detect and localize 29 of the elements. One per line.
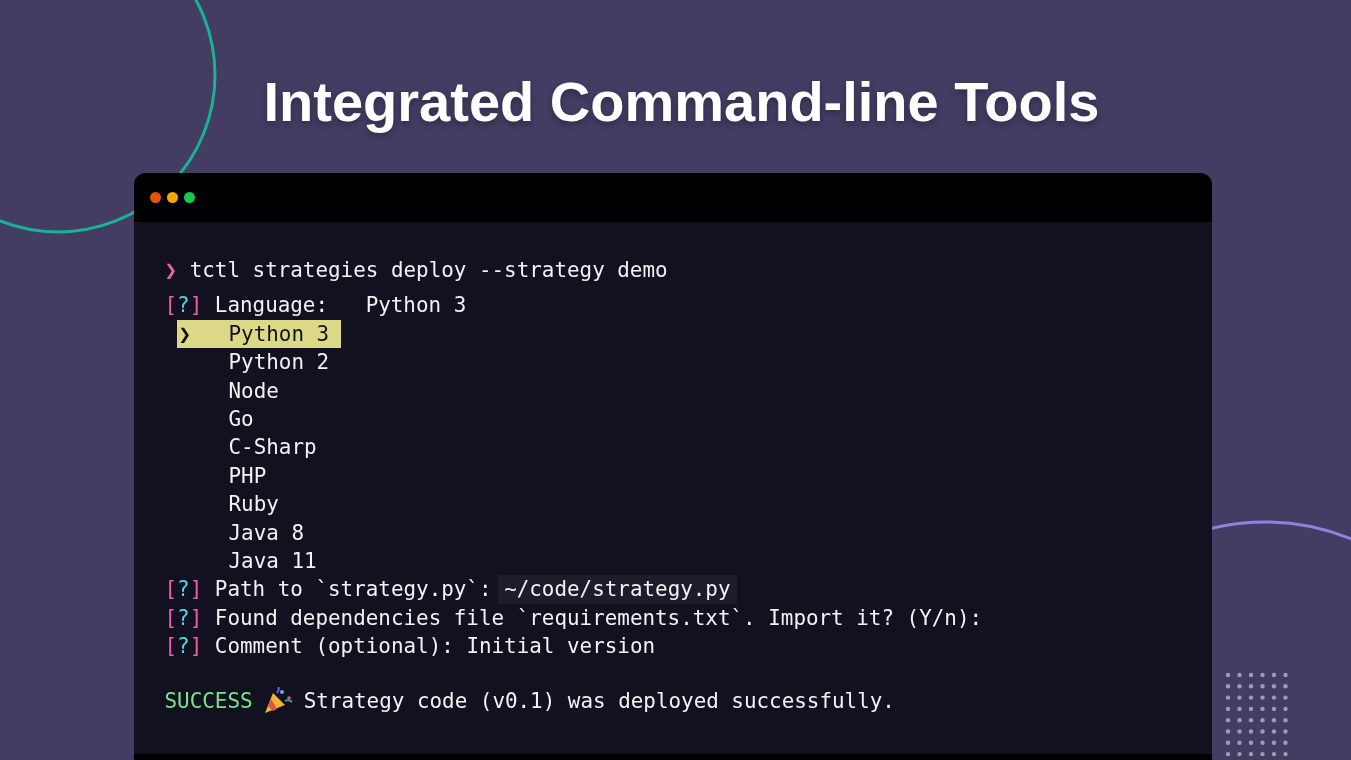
command-text: tctl strategies deploy --strategy demo [189,257,668,284]
menu-option[interactable]: Node [176,376,291,406]
menu-option[interactable]: ❯ Python 3 [176,319,342,349]
question-label: Path to `strategy.py`: [214,576,492,604]
menu-option[interactable]: Ruby [176,490,291,519]
close-light-icon[interactable] [149,192,161,203]
question-label: Found dependencies file `requirements.txt`. Import it? (Y/n): [214,604,983,632]
answer-text: Initial version [466,633,656,661]
menu-option[interactable]: PHP [176,461,279,491]
menu-option[interactable]: Java 11 [176,547,329,576]
question-mark: [?] [164,633,203,661]
result-message: Strategy code (v0.1) was deployed successfully. [303,687,895,715]
question-mark: [?] [164,604,203,632]
menu-option[interactable]: Python 2 [176,348,342,377]
status-text: SUCCESS [164,687,253,715]
menu-option[interactable]: Java 8 [176,518,316,548]
prompt-symbol: ❯ [164,257,178,284]
minimize-light-icon[interactable] [166,192,178,203]
question-label: Language: [214,292,329,320]
answer-text: Python 3 [365,292,467,320]
question-mark: [?] [164,292,203,320]
menu-option[interactable]: Go [176,405,266,434]
menu-option[interactable]: C-Sharp [176,433,329,462]
party-popper-icon [263,686,294,715]
question-mark: [?] [164,576,203,604]
answer-field[interactable]: ~/code/strategy.py [498,575,737,604]
question-label: Comment (optional): [214,633,454,661]
page-title: Integrated Command-line Tools [263,70,1100,134]
maximize-light-icon[interactable] [183,192,195,203]
